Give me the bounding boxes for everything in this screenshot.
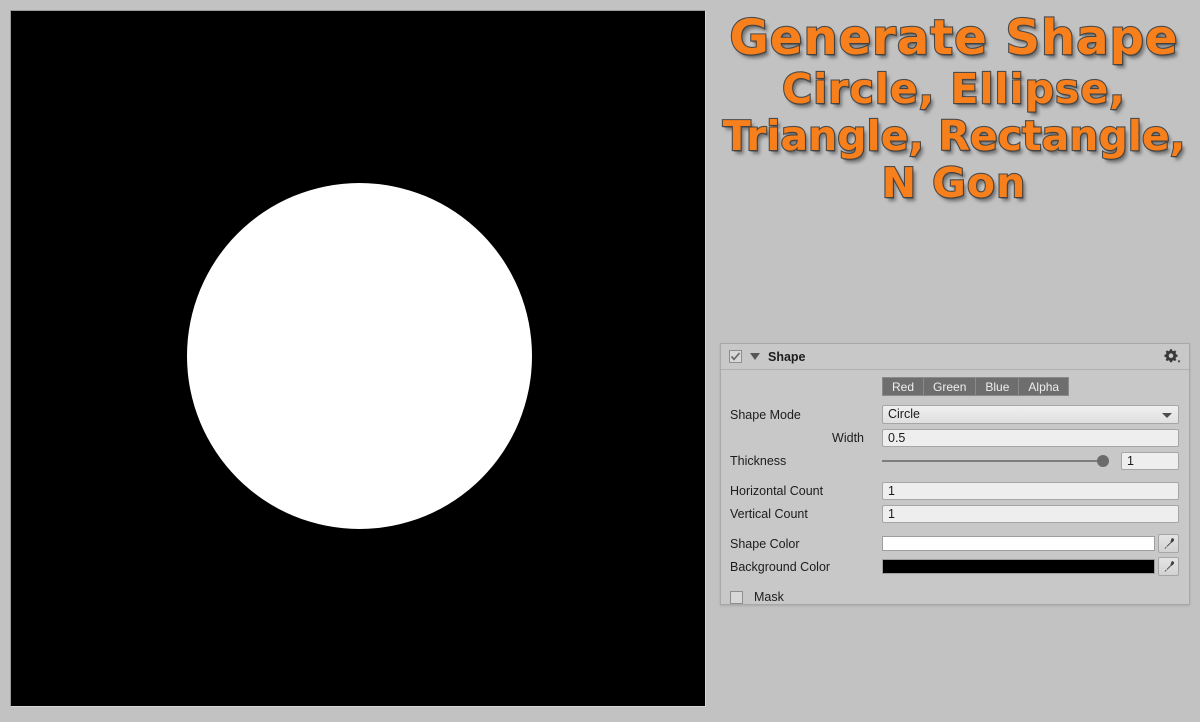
row-shape-mode: Shape Mode Circle: [721, 403, 1189, 426]
component-enabled-checkbox[interactable]: [729, 350, 742, 363]
width-input[interactable]: 0.5: [882, 428, 1179, 447]
row-mask: Mask: [721, 586, 1189, 608]
background-color-swatch[interactable]: [882, 559, 1155, 574]
eyedropper-icon: [1164, 538, 1175, 549]
channel-tab-alpha[interactable]: Alpha: [1018, 377, 1070, 396]
title-line-4: N Gon: [881, 158, 1027, 207]
inspector-body: Red Green Blue Alpha Shape Mode Circle W…: [721, 370, 1189, 604]
row-background-color: Background Color: [721, 555, 1189, 578]
chevron-down-icon: [1162, 413, 1172, 418]
channel-tab-red[interactable]: Red: [882, 377, 924, 396]
color-channel-tabs: Red Green Blue Alpha: [882, 377, 1189, 396]
background-color-label: Background Color: [730, 559, 831, 574]
channel-tab-blue[interactable]: Blue: [975, 377, 1019, 396]
row-shape-color: Shape Color: [721, 532, 1189, 555]
checkmark-icon: [730, 352, 741, 361]
row-width: Width 0.5: [721, 426, 1189, 449]
shape-color-eyedropper-button[interactable]: [1158, 534, 1179, 553]
shape-color-label: Shape Color: [730, 536, 800, 551]
component-title: Shape: [768, 349, 806, 364]
width-label: Width: [832, 430, 864, 445]
row-thickness: Thickness 1: [721, 449, 1189, 472]
thickness-slider[interactable]: [882, 452, 1113, 470]
channel-tab-green[interactable]: Green: [923, 377, 976, 396]
title-block: Generate Shape Circle, Ellipse, Triangle…: [712, 10, 1196, 207]
thickness-input[interactable]: 1: [1121, 451, 1179, 470]
row-vertical-count: Vertical Count 1: [721, 502, 1189, 525]
inspector-header: Shape: [721, 344, 1189, 370]
shape-mode-value: Circle: [888, 407, 920, 421]
eyedropper-icon: [1164, 561, 1175, 572]
title-line-1: Generate Shape: [728, 10, 1179, 66]
thickness-label: Thickness: [730, 453, 787, 468]
vertical-count-input[interactable]: 1: [882, 504, 1179, 523]
gear-icon[interactable]: [1163, 348, 1181, 364]
shape-mode-dropdown[interactable]: Circle: [882, 405, 1179, 424]
horizontal-count-label: Horizontal Count: [730, 483, 824, 498]
slider-track: [882, 459, 1105, 462]
slider-handle[interactable]: [1097, 454, 1109, 467]
title-line-3: Triangle, Rectangle,: [722, 111, 1187, 160]
foldout-triangle-icon[interactable]: [750, 353, 760, 360]
vertical-count-label: Vertical Count: [730, 506, 808, 521]
shape-color-swatch[interactable]: [882, 536, 1155, 551]
mask-checkbox[interactable]: [730, 590, 743, 604]
shape-mode-label: Shape Mode: [730, 407, 801, 422]
gear-glyph: [1164, 349, 1181, 363]
rendered-circle-shape: [187, 183, 532, 529]
shape-inspector-panel: Shape Red Green Blue Alpha Shape Mode Ci…: [720, 343, 1190, 605]
row-horizontal-count: Horizontal Count 1: [721, 479, 1189, 502]
mask-label: Mask: [754, 590, 784, 604]
background-color-eyedropper-button[interactable]: [1158, 557, 1179, 576]
horizontal-count-input[interactable]: 1: [882, 481, 1179, 500]
shape-preview-viewport[interactable]: [10, 10, 706, 707]
title-line-2: Circle, Ellipse,: [781, 64, 1126, 113]
